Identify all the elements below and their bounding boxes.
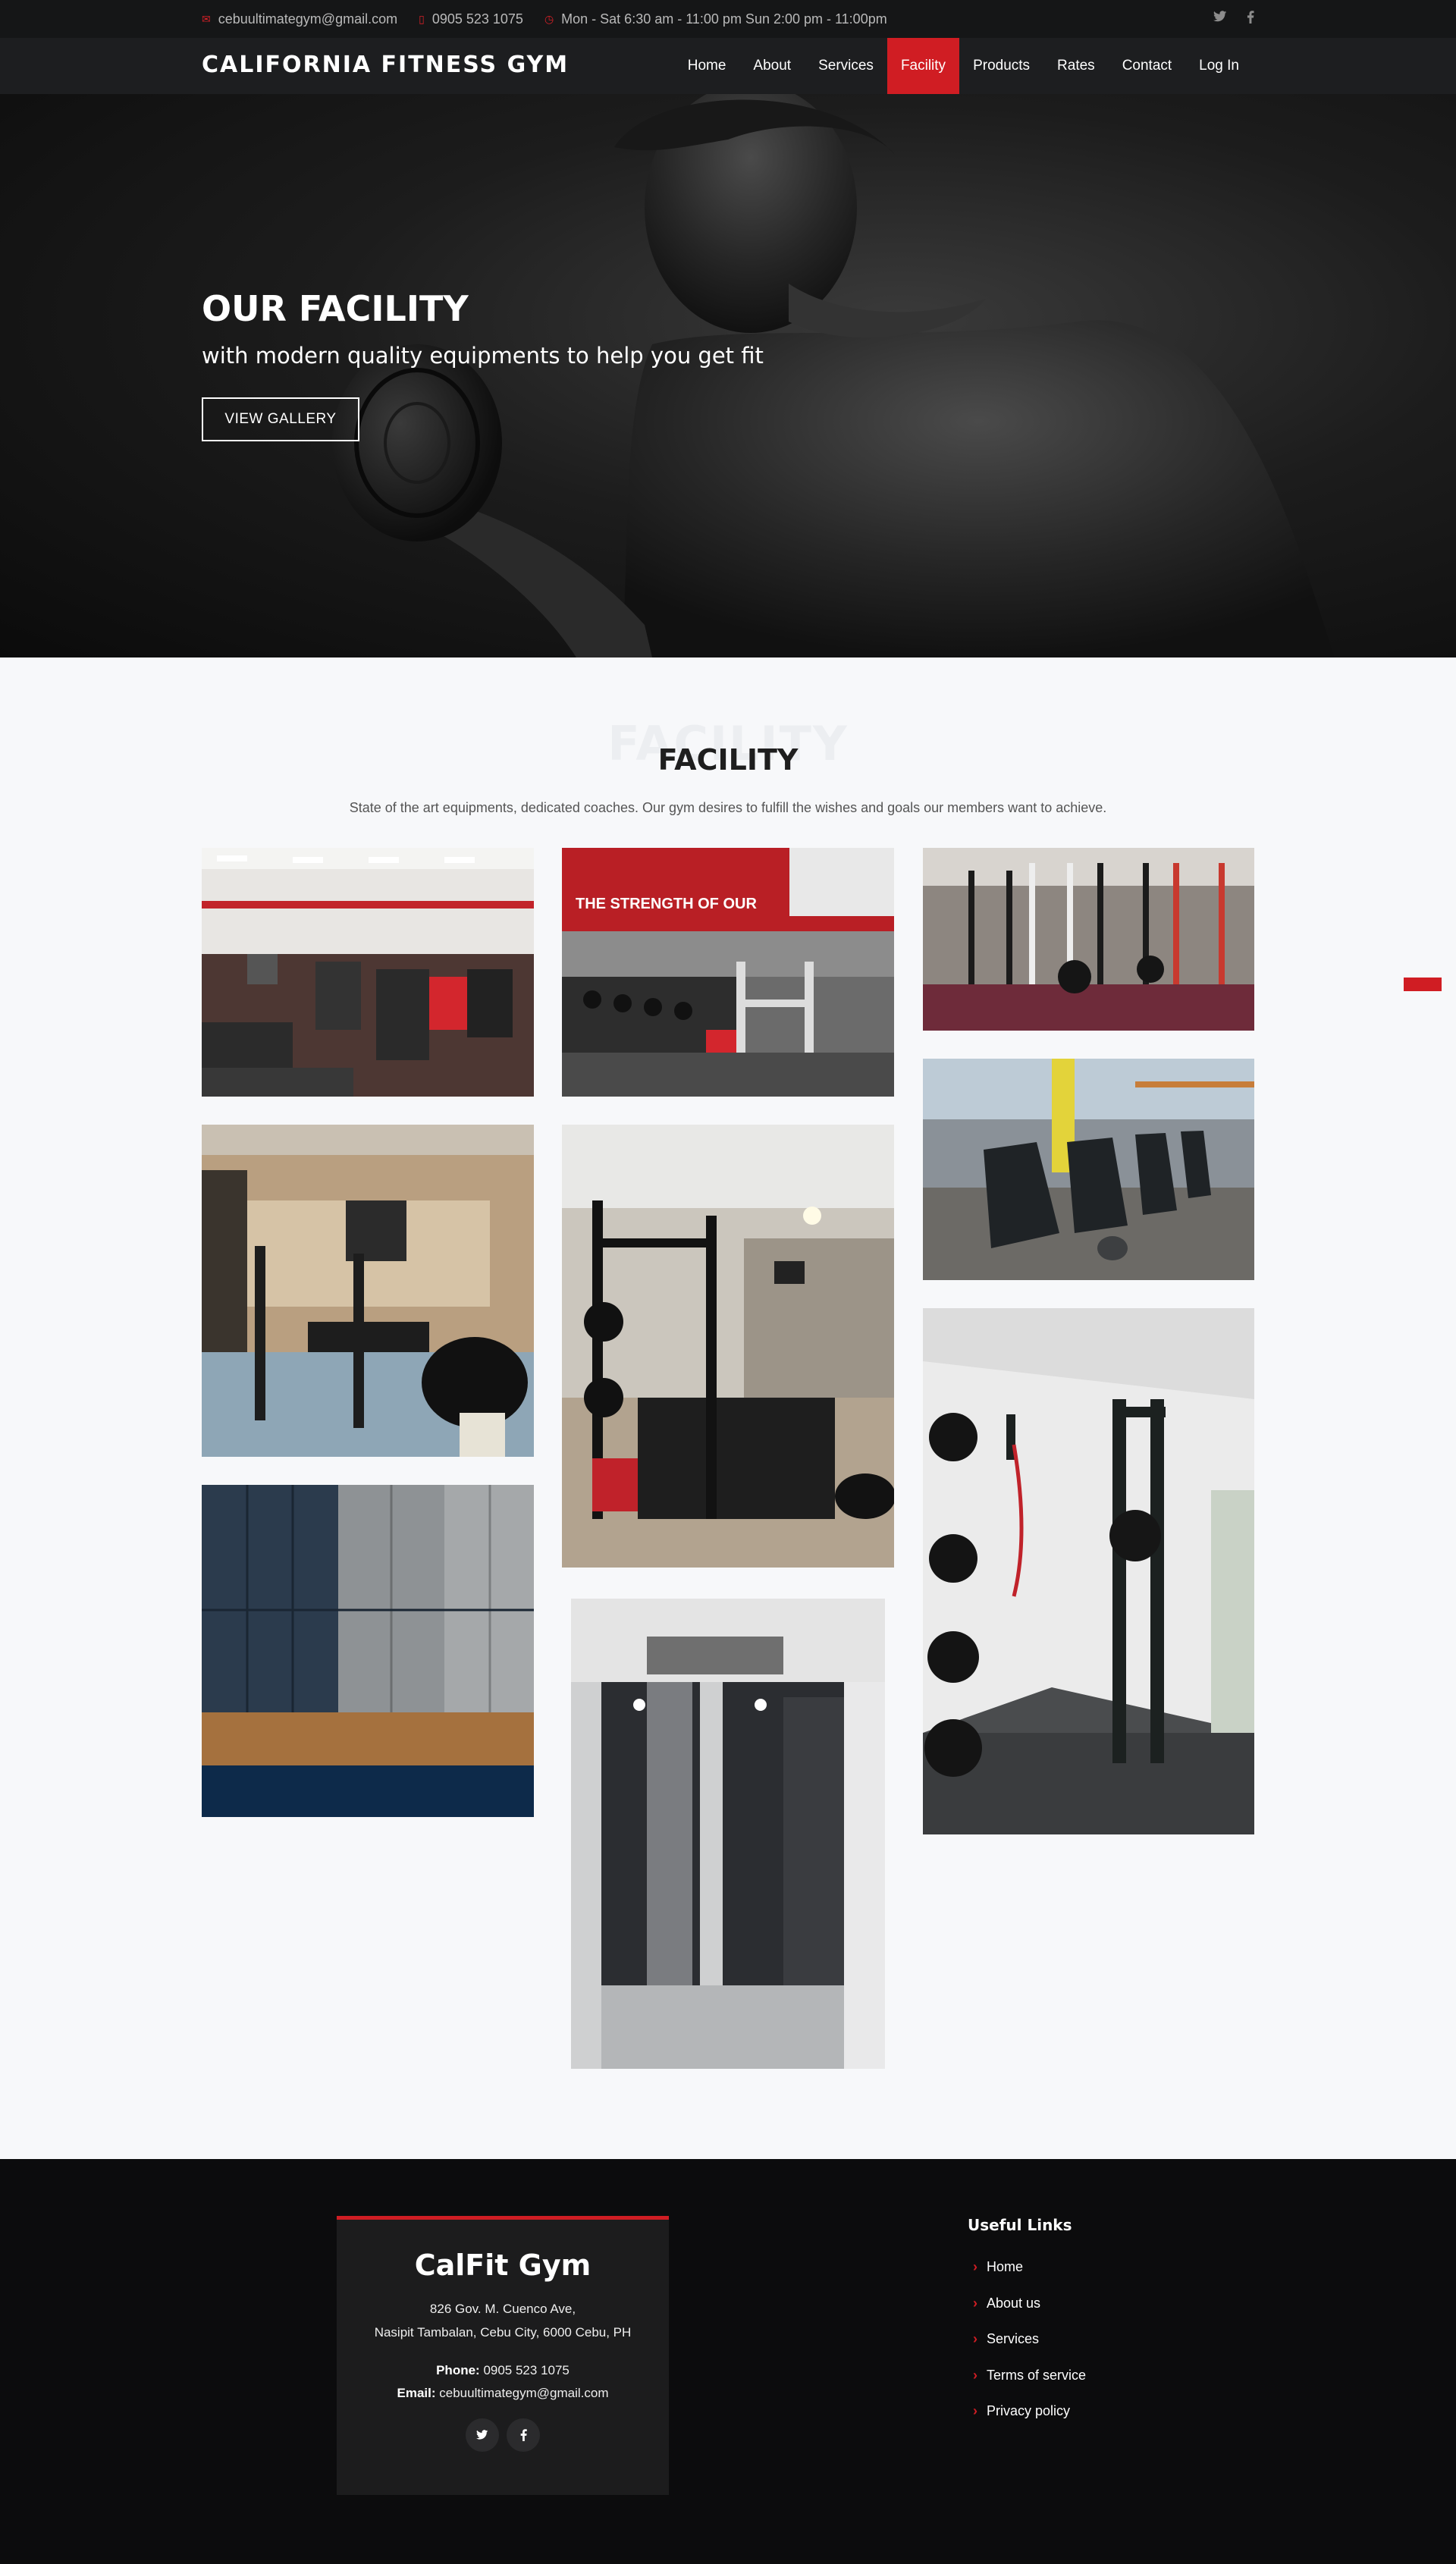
view-gallery-button[interactable]: VIEW GALLERY [202, 397, 359, 441]
top-bar: ✉ cebuultimategym@gmail.com ▯ 0905 523 1… [0, 0, 1456, 38]
chevron-right-icon: › [973, 2259, 977, 2275]
topbar-phone[interactable]: ▯ 0905 523 1075 [419, 11, 523, 27]
useful-links-title: Useful Links [968, 2216, 1072, 2234]
footer-link-privacy[interactable]: › Privacy policy [973, 2393, 1086, 2430]
footer-link-label: Home [987, 2259, 1024, 2275]
facebook-icon[interactable] [1247, 11, 1254, 27]
hero-subtitle: with modern quality equipments to help y… [202, 343, 764, 369]
footer-link-label: Privacy policy [987, 2403, 1071, 2419]
facebook-icon[interactable] [507, 2418, 540, 2452]
footer-link-label: Terms of service [987, 2367, 1087, 2383]
floating-side-tab[interactable] [1404, 978, 1442, 991]
topbar-hours-text: Mon - Sat 6:30 am - 11:00 pm Sun 2:00 pm… [561, 11, 887, 27]
section-description: State of the art equipments, dedicated c… [349, 800, 1107, 815]
clock-icon: ◷ [544, 12, 554, 25]
main-nav: Home About Services Facility Products Ra… [674, 38, 1253, 94]
footer-link-label: About us [987, 2295, 1041, 2311]
nav-contact[interactable]: Contact [1109, 38, 1185, 94]
hero-athlete-image [332, 94, 1335, 657]
nav-about[interactable]: About [739, 38, 805, 94]
nav-services[interactable]: Services [805, 38, 887, 94]
facility-photo-basement-rack[interactable] [562, 1125, 894, 1568]
nav-login[interactable]: Log In [1185, 38, 1253, 94]
footer-phone-label: Phone: [436, 2363, 480, 2377]
topbar-social [1213, 11, 1254, 27]
chevron-right-icon: › [973, 2295, 977, 2311]
facility-photo-gym-floor[interactable] [202, 848, 534, 1097]
phone-icon: ▯ [419, 12, 425, 25]
footer-email[interactable]: cebuultimategym@gmail.com [439, 2386, 608, 2400]
footer-link-label: Services [987, 2331, 1040, 2347]
footer-email-label: Email: [397, 2386, 436, 2400]
topbar-hours: ◷ Mon - Sat 6:30 am - 11:00 pm Sun 2:00 … [544, 11, 887, 27]
twitter-icon[interactable] [1213, 11, 1227, 27]
site-header: CALIFORNIA FITNESS GYM Home About Servic… [0, 38, 1456, 94]
footer-brand: CalFit Gym [414, 2249, 592, 2282]
photo-banner-text: THE STRENGTH OF OUR [576, 896, 757, 912]
envelope-icon: ✉ [202, 12, 211, 25]
facility-photo-power-racks[interactable] [923, 848, 1254, 1031]
hero-title: OUR FACILITY [202, 288, 469, 329]
nav-facility[interactable]: Facility [886, 38, 960, 94]
footer-link-about[interactable]: › About us [973, 2286, 1086, 2322]
section-title: FACILITY [657, 743, 799, 777]
nav-home[interactable]: Home [674, 38, 740, 94]
footer-address: 826 Gov. M. Cuenco Ave, Nasipit Tambalan… [337, 2297, 669, 2344]
nav-products[interactable]: Products [959, 38, 1043, 94]
footer-phone[interactable]: 0905 523 1075 [483, 2363, 569, 2377]
chevron-right-icon: › [973, 2403, 977, 2419]
footer-link-services[interactable]: › Services [973, 2321, 1086, 2358]
chevron-right-icon: › [973, 2331, 977, 2347]
facility-photo-showers[interactable] [571, 1599, 885, 2069]
facility-photo-wall-rack[interactable] [923, 1308, 1254, 1834]
facility-photo-home-gym[interactable] [202, 1125, 534, 1457]
footer-contact-card: CalFit Gym 826 Gov. M. Cuenco Ave, Nasip… [337, 2216, 669, 2495]
facility-photo-dumbbell-area[interactable]: THE STRENGTH OF OUR [562, 848, 894, 1097]
topbar-email[interactable]: ✉ cebuultimategym@gmail.com [202, 11, 397, 27]
footer-email-row: Email: cebuultimategym@gmail.com [337, 2382, 669, 2405]
footer-address-line2: Nasipit Tambalan, Cebu City, 6000 Cebu, … [374, 2325, 632, 2340]
footer-link-home[interactable]: › Home [973, 2249, 1086, 2286]
footer-address-line1: 826 Gov. M. Cuenco Ave, [429, 2302, 576, 2316]
twitter-icon[interactable] [466, 2418, 499, 2452]
site-footer [0, 2159, 1456, 2564]
hero-banner: OUR FACILITY with modern quality equipme… [0, 94, 1456, 657]
facility-photo-cardio-row[interactable] [923, 1059, 1254, 1280]
footer-phone-row: Phone: 0905 523 1075 [337, 2359, 669, 2382]
nav-rates[interactable]: Rates [1043, 38, 1109, 94]
facility-photo-lockers[interactable] [202, 1485, 534, 1817]
footer-social-links [337, 2418, 669, 2452]
topbar-phone-text: 0905 523 1075 [431, 11, 523, 27]
useful-links-list: › Home › About us › Services › Terms of serv… [973, 2249, 1086, 2430]
footer-contact-info: Phone: 0905 523 1075 Email: cebuultimate… [337, 2359, 669, 2405]
site-logo[interactable]: CALIFORNIA FITNESS GYM [202, 52, 569, 78]
chevron-right-icon: › [973, 2367, 977, 2383]
footer-link-terms[interactable]: › Terms of service [973, 2358, 1086, 2394]
topbar-email-text: cebuultimategym@gmail.com [218, 11, 398, 27]
